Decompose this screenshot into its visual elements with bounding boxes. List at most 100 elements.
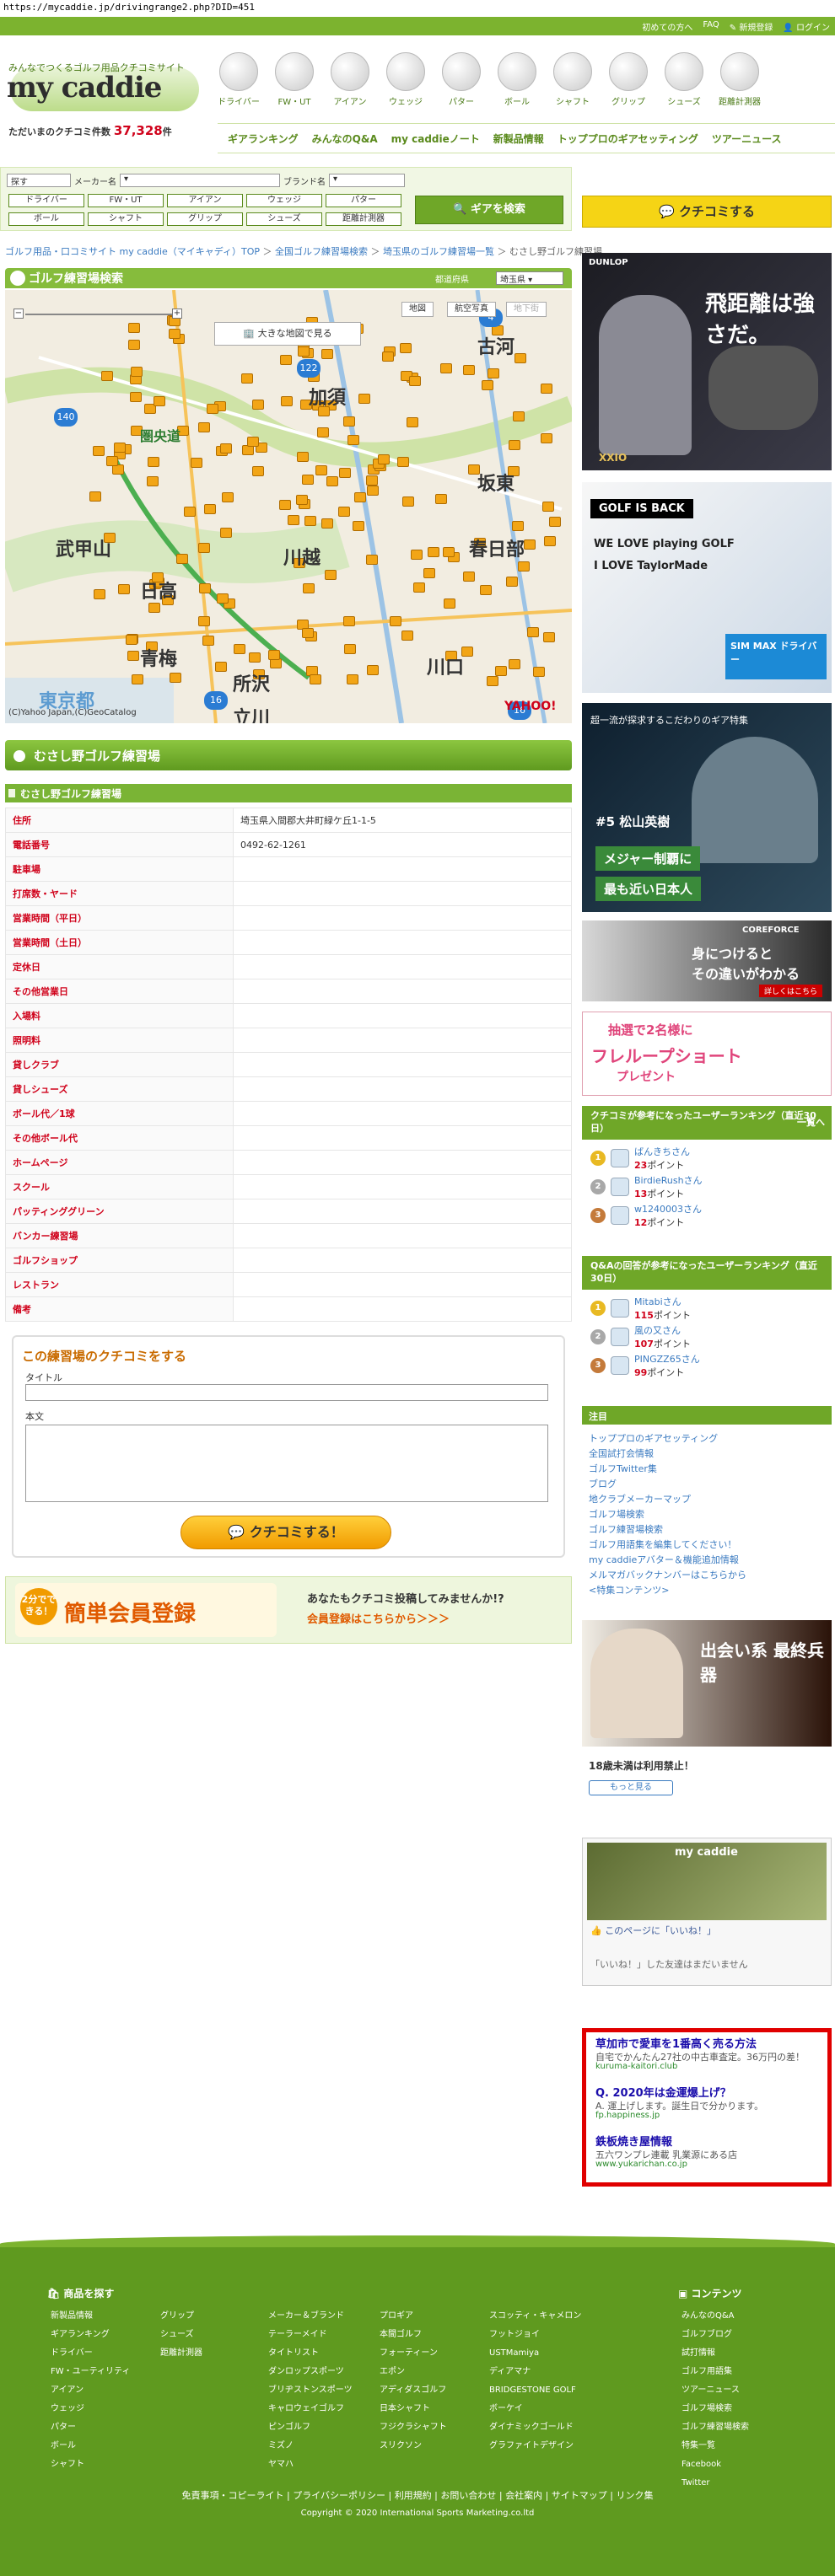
range-marker-icon[interactable]	[511, 521, 524, 532]
subnav-note[interactable]: my caddieノート	[391, 131, 480, 146]
zoom-in-button[interactable]: +	[172, 309, 182, 319]
ad-deaikei[interactable]: 出会い系 最終兵器	[582, 1620, 832, 1747]
range-marker-icon[interactable]	[326, 475, 339, 486]
footer-bottom-link[interactable]: お問い合わせ	[440, 2490, 496, 2501]
range-marker-icon[interactable]	[132, 674, 144, 684]
map-canvas[interactable]: 古河 加須 坂東 武甲山 春日部 日高 川越 青梅 所沢 川口 東京都 立川 圏央道 140 122 4 16 1…	[5, 290, 572, 723]
text-ad-url[interactable]: kuruma-kaitori.club	[595, 2062, 677, 2071]
range-marker-icon[interactable]	[342, 416, 355, 427]
ad-taylormade[interactable]: GOLF IS BACK WE LOVE playing GOLF I LOVE…	[582, 482, 832, 693]
footer-link[interactable]: プロギア	[380, 2308, 413, 2325]
range-marker-icon[interactable]	[315, 465, 327, 476]
footer-link[interactable]: アイアン	[51, 2382, 84, 2399]
ad-coreforce[interactable]: COREFORCE 身につけると その違いがわかる 詳しくはこちら	[582, 920, 832, 1001]
footer-link[interactable]: みんなのQ&A	[681, 2308, 735, 2325]
range-marker-icon[interactable]	[219, 443, 232, 453]
category-7[interactable]: グリップ	[607, 52, 649, 107]
range-marker-icon[interactable]	[442, 547, 455, 558]
register-link[interactable]: 会員登録はこちらから＞＞＞	[307, 1610, 450, 1626]
range-marker-icon[interactable]	[413, 582, 426, 593]
facebook-like-button[interactable]: 👍 このページに「いいね！」	[590, 1924, 716, 1937]
ranking-user-name[interactable]: ばんきちさん	[634, 1145, 690, 1158]
search-type-select[interactable]: 探す	[7, 174, 71, 187]
subnav-tour-news[interactable]: ツアーニュース	[712, 131, 782, 146]
notice-link[interactable]: ゴルフ場検索	[589, 1507, 644, 1521]
range-marker-icon[interactable]	[298, 346, 310, 357]
range-marker-icon[interactable]	[203, 504, 216, 515]
range-marker-icon[interactable]	[251, 466, 264, 477]
search-category-button[interactable]: アイアン	[167, 194, 243, 207]
range-marker-icon[interactable]	[321, 518, 333, 529]
ranking-row[interactable]: 2 BirdieRushさん 13ポイント	[590, 1175, 827, 1199]
footer-link[interactable]: 特集一覧	[681, 2438, 715, 2455]
footer-link[interactable]: Facebook	[681, 2456, 721, 2473]
ad-freloop[interactable]: 抽選で2名様に フレループショート プレゼント	[582, 1012, 832, 1096]
text-ad-title[interactable]: 草加市で愛車を1番高く売る方法	[595, 2035, 757, 2051]
ad-deaikei-button[interactable]: もっと見る	[589, 1780, 673, 1795]
top-link-faq[interactable]: FAQ	[703, 20, 719, 33]
range-marker-icon[interactable]	[130, 391, 143, 402]
footer-link[interactable]: メーカー＆ブランド	[268, 2308, 344, 2325]
range-marker-icon[interactable]	[506, 577, 519, 588]
ad-matsuyama[interactable]: 超一流が探求するこだわりのギア特集 #5 松山英樹 メジャー制覇に 最も近い日本…	[582, 703, 832, 912]
search-category-button[interactable]: FW・UT	[88, 194, 164, 207]
range-marker-icon[interactable]	[543, 535, 556, 546]
footer-link[interactable]: ピンゴルフ	[268, 2419, 310, 2436]
range-marker-icon[interactable]	[358, 393, 370, 404]
notice-link[interactable]: ゴルフTwitter集	[589, 1462, 657, 1475]
range-marker-icon[interactable]	[191, 458, 203, 469]
footer-link[interactable]: ダンロップスポーツ	[268, 2364, 344, 2380]
range-marker-icon[interactable]	[148, 603, 161, 614]
range-marker-icon[interactable]	[310, 674, 322, 684]
range-marker-icon[interactable]	[126, 634, 138, 645]
range-marker-icon[interactable]	[321, 349, 334, 360]
range-marker-icon[interactable]	[347, 674, 359, 684]
range-marker-icon[interactable]	[93, 589, 105, 600]
range-marker-icon[interactable]	[170, 672, 182, 683]
footer-link[interactable]: シューズ	[160, 2326, 194, 2343]
footer-link[interactable]: ゴルフ用語集	[681, 2364, 732, 2380]
breadcrumb-range-search[interactable]: 全国ゴルフ練習場検索	[275, 246, 368, 257]
notice-link[interactable]: <特集コンテンツ>	[589, 1583, 669, 1597]
range-marker-icon[interactable]	[280, 395, 293, 406]
footer-link[interactable]: ドライバー	[51, 2345, 93, 2362]
footer-link[interactable]: ウェッジ	[51, 2401, 84, 2418]
text-ad-url[interactable]: fp.happiness.jp	[595, 2111, 660, 2120]
search-category-button[interactable]: ボール	[8, 212, 84, 226]
range-marker-icon[interactable]	[479, 584, 492, 595]
range-marker-icon[interactable]	[517, 561, 530, 572]
footer-link[interactable]: シャフト	[51, 2456, 84, 2473]
ranking-row[interactable]: 1 Mitabiさん 115ポイント	[590, 1295, 827, 1321]
footer-link[interactable]: スリクソン	[380, 2438, 422, 2455]
breadcrumb-prefecture[interactable]: 埼玉県のゴルフ練習場一覧	[383, 246, 494, 257]
notice-link[interactable]: my caddieアバター＆機能追加情報	[589, 1553, 739, 1566]
footer-link[interactable]: BRIDGESTONE GOLF	[489, 2382, 576, 2399]
range-marker-icon[interactable]	[296, 495, 309, 506]
category-9[interactable]: 距離計測器	[719, 52, 761, 107]
category-1[interactable]: FW・UT	[273, 52, 315, 107]
notice-link[interactable]: 地クラブメーカーマップ	[589, 1492, 691, 1505]
footer-link[interactable]: ヤマハ	[268, 2456, 294, 2473]
range-marker-icon[interactable]	[540, 432, 552, 443]
range-marker-icon[interactable]	[400, 342, 412, 353]
range-marker-icon[interactable]	[352, 520, 364, 531]
range-marker-icon[interactable]	[111, 464, 124, 475]
ranking-user-name[interactable]: 風の又さん	[634, 1323, 691, 1337]
range-marker-icon[interactable]	[367, 664, 380, 675]
review-submit-button[interactable]: 💬 クチコミする！	[180, 1516, 391, 1549]
ranking-user-name[interactable]: Mitabiさん	[634, 1295, 691, 1308]
footer-link[interactable]: 本間ゴルフ	[380, 2326, 422, 2343]
notice-link[interactable]: ゴルフ用語集を編集してください！	[589, 1538, 736, 1551]
range-marker-icon[interactable]	[221, 491, 234, 502]
footer-link[interactable]: ギアランキング	[51, 2326, 110, 2343]
range-marker-icon[interactable]	[428, 546, 440, 557]
top-link-beginner[interactable]: 初めての方へ	[642, 20, 692, 33]
range-marker-icon[interactable]	[302, 582, 315, 593]
search-category-button[interactable]: ドライバー	[8, 194, 84, 207]
top-link-register[interactable]: ✎ 新規登録	[730, 20, 773, 33]
subnav-new-products[interactable]: 新製品情報	[493, 131, 544, 146]
range-marker-icon[interactable]	[397, 457, 410, 468]
range-marker-icon[interactable]	[117, 583, 130, 594]
text-ad-url[interactable]: www.yukarichan.co.jp	[595, 2160, 687, 2169]
footer-link[interactable]: 日本シャフト	[380, 2401, 430, 2418]
